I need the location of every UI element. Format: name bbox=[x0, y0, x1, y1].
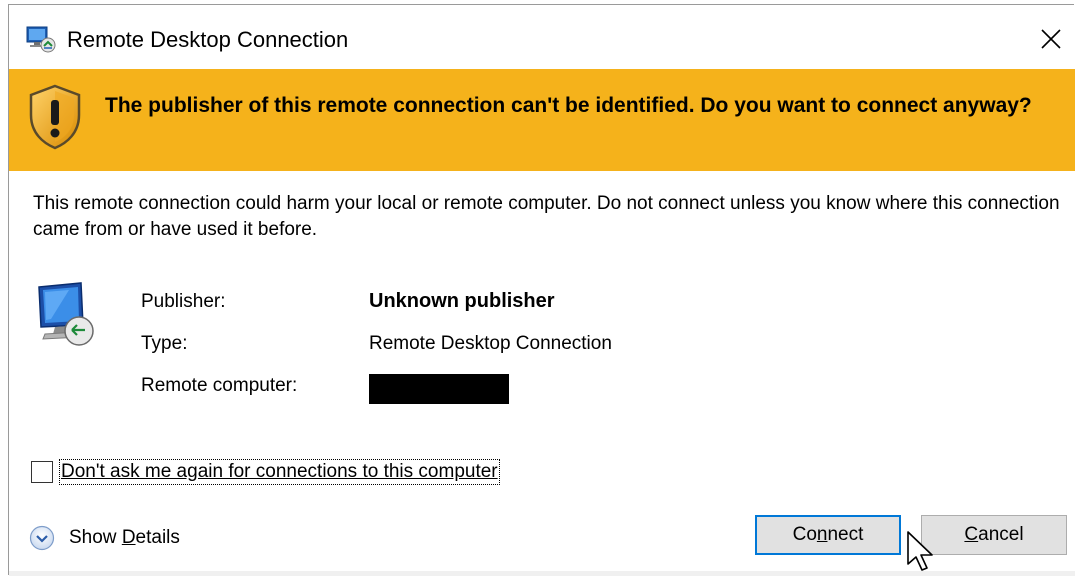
chevron-down-circle-icon[interactable] bbox=[29, 525, 55, 551]
connect-button-label: Connect bbox=[792, 524, 864, 545]
cancel-button[interactable]: Cancel bbox=[921, 515, 1067, 555]
close-button[interactable] bbox=[1029, 17, 1073, 61]
banner-message: The publisher of this remote connection … bbox=[105, 94, 1032, 117]
title-bar: Remote Desktop Connection bbox=[9, 5, 1075, 69]
show-details-label[interactable]: Show Details bbox=[69, 527, 180, 549]
remote-desktop-computer-icon bbox=[33, 281, 99, 349]
warning-banner: The publisher of this remote connection … bbox=[9, 69, 1075, 171]
rdc-dialog: Remote Desktop Connection The publisher … bbox=[8, 4, 1075, 576]
publisher-value: Unknown publisher bbox=[369, 290, 555, 312]
warning-shield-icon bbox=[27, 83, 83, 151]
dont-ask-again-checkbox[interactable] bbox=[31, 461, 53, 483]
connect-button[interactable]: Connect bbox=[755, 515, 901, 555]
publisher-label: Publisher: bbox=[141, 291, 226, 312]
dont-ask-again-label[interactable]: Don't ask me again for connections to th… bbox=[59, 459, 500, 485]
warning-text: This remote connection could harm your l… bbox=[33, 193, 1060, 240]
type-value: Remote Desktop Connection bbox=[369, 333, 612, 354]
dialog-footer-edge bbox=[9, 571, 1075, 576]
cancel-button-label: Cancel bbox=[964, 524, 1024, 545]
remote-desktop-icon bbox=[25, 25, 57, 53]
remote-computer-redacted-value bbox=[369, 374, 509, 404]
window-title: Remote Desktop Connection bbox=[67, 27, 349, 52]
close-icon bbox=[1041, 29, 1061, 49]
show-details-toggle[interactable]: Show Details bbox=[29, 523, 180, 553]
dont-ask-again-option[interactable]: Don't ask me again for connections to th… bbox=[31, 457, 500, 487]
type-label: Type: bbox=[141, 333, 188, 354]
remote-computer-label: Remote computer: bbox=[141, 375, 298, 396]
